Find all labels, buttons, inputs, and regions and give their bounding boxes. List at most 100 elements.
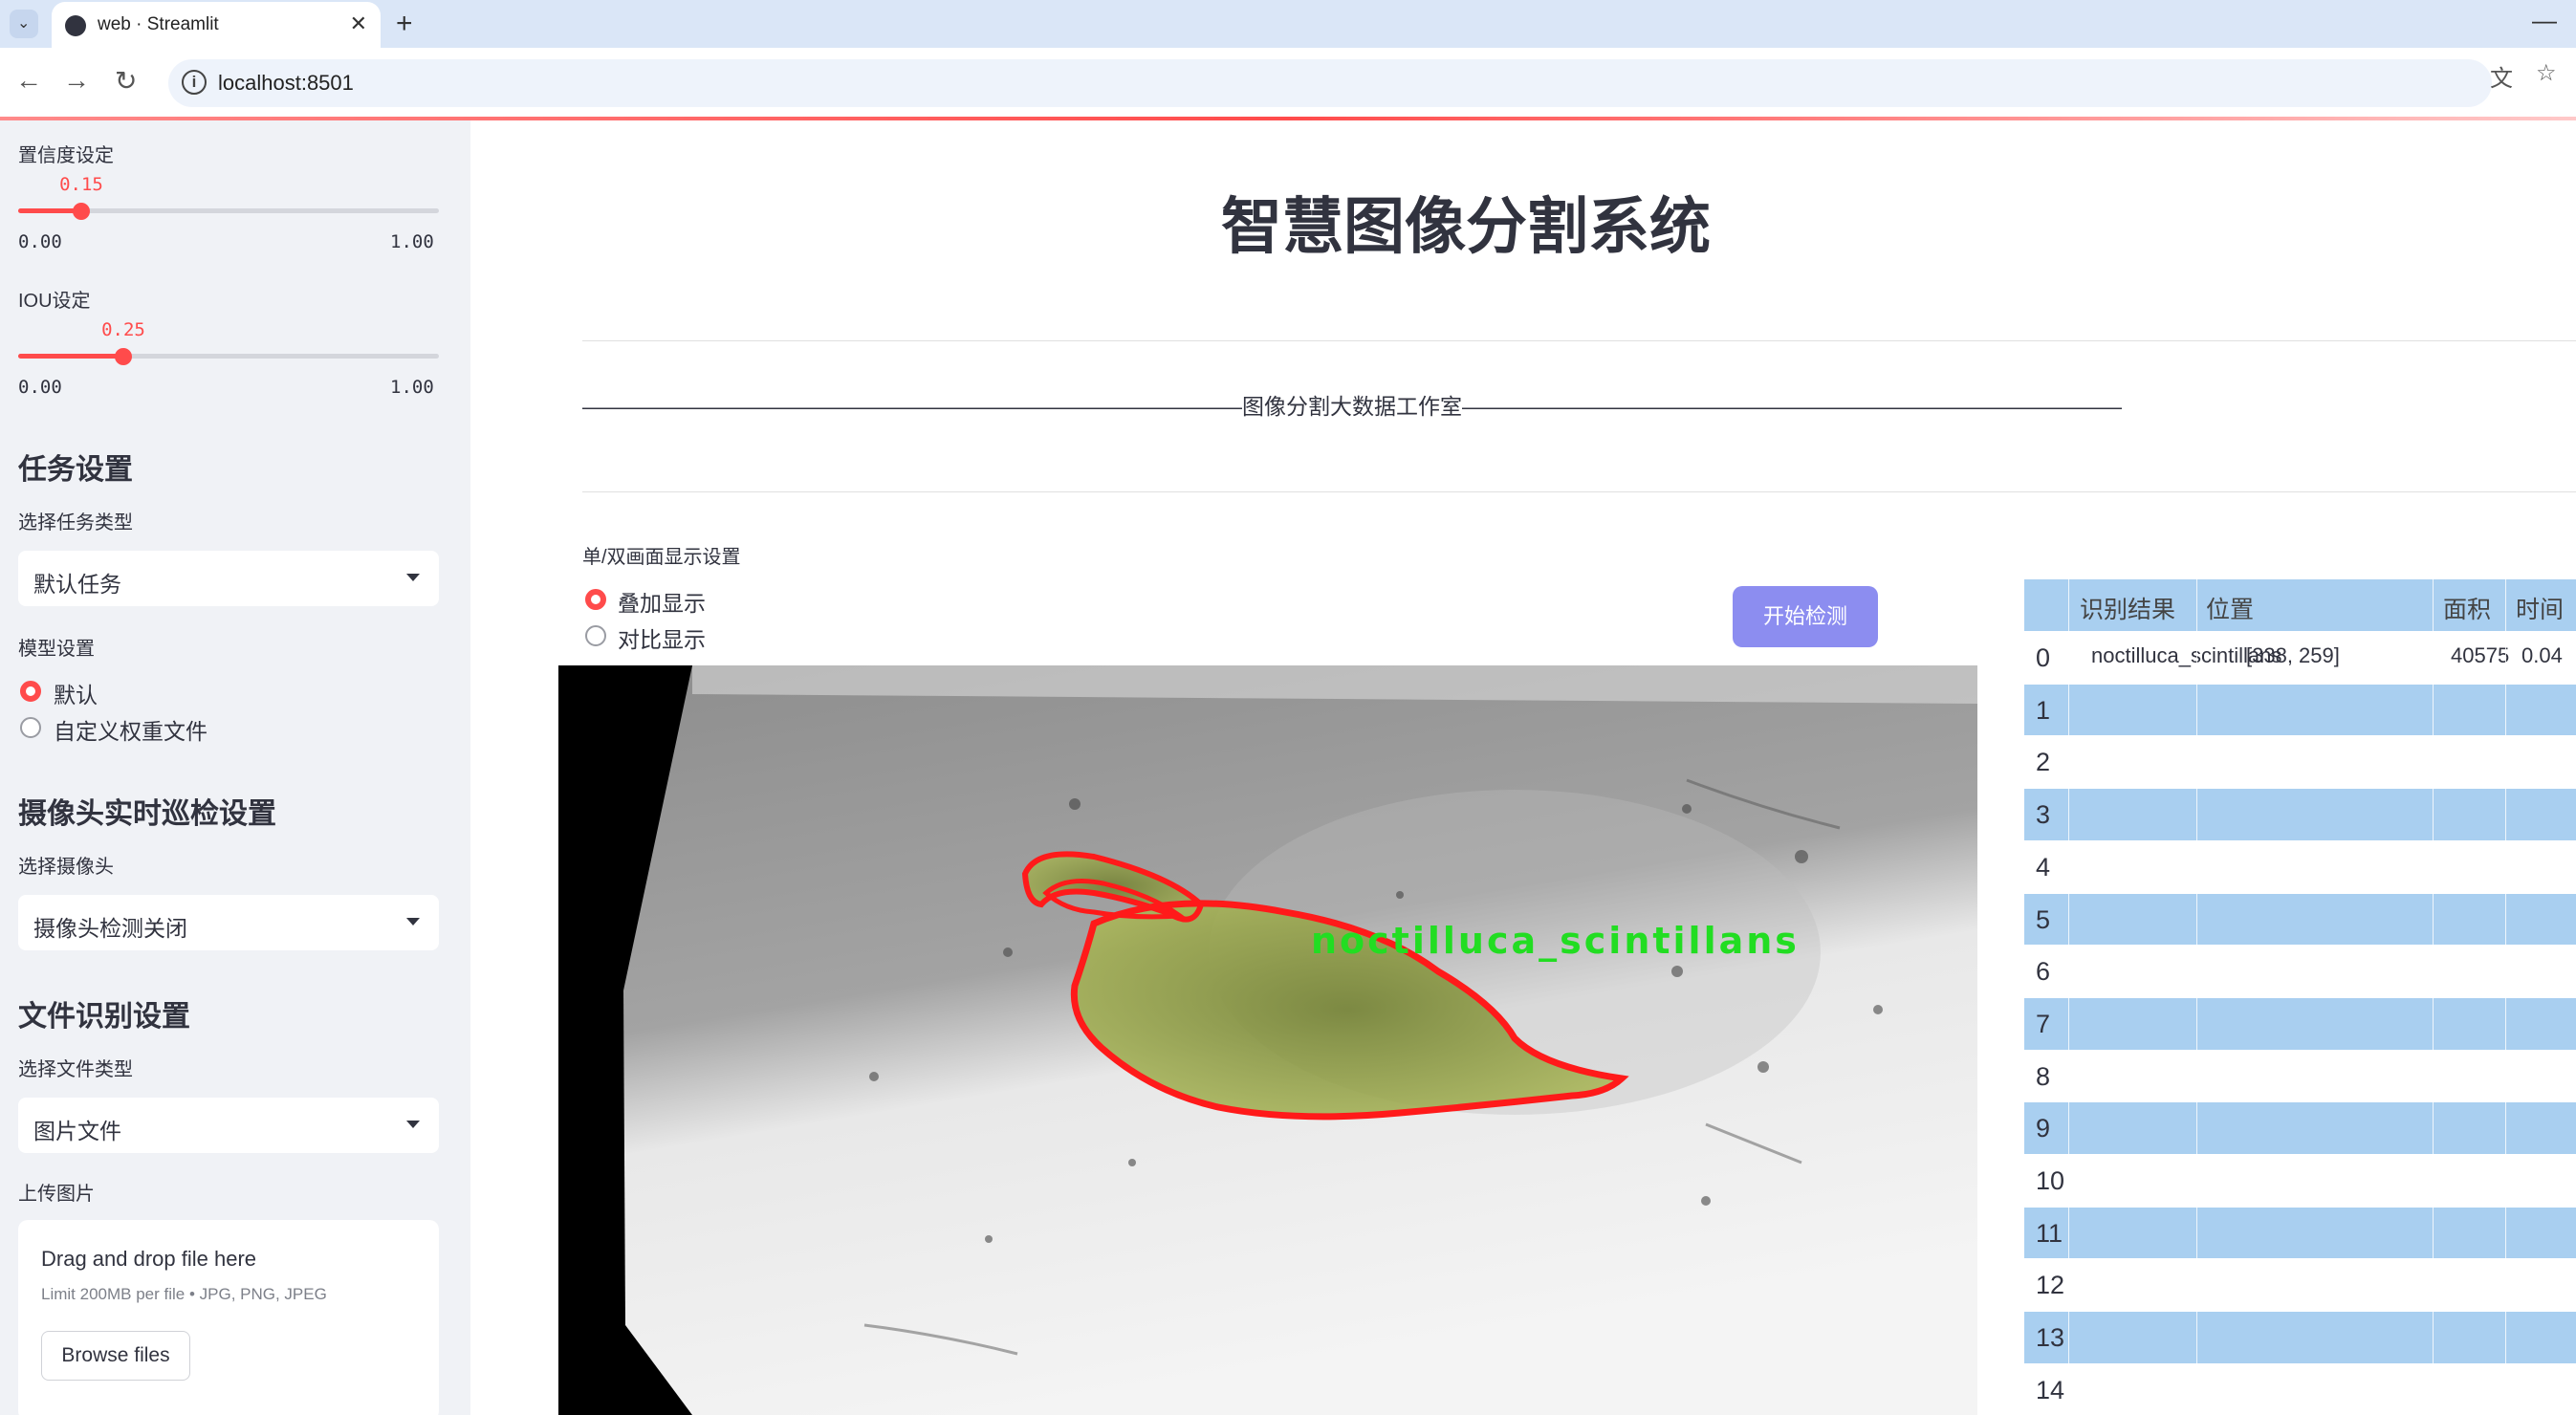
row-index: 1	[2036, 695, 2051, 725]
task-type-label: 选择任务类型	[18, 512, 133, 533]
table-row[interactable]: 9	[2024, 1101, 2576, 1155]
row-index: 7	[2036, 1009, 2051, 1038]
model-default-radio[interactable]	[20, 681, 41, 702]
table-row[interactable]: 13	[2024, 1311, 2576, 1364]
sidebar: 置信度设定 0.15 0.00 1.00 IOU设定 0.25 0.00 1.0…	[0, 120, 470, 1415]
iou-min: 0.00	[18, 377, 62, 398]
row-index: 14	[2036, 1375, 2065, 1404]
page-title: 智慧图像分割系统	[1221, 192, 1711, 261]
close-icon[interactable]: ✕	[350, 11, 367, 36]
row-index: 8	[2036, 1061, 2051, 1091]
table-row[interactable]: 14	[2024, 1362, 2576, 1415]
compare-display-radio[interactable]	[585, 625, 606, 646]
iou-label: IOU设定	[18, 291, 91, 312]
camera-label: 选择摄像头	[18, 857, 114, 878]
row-index: 13	[2036, 1323, 2065, 1353]
start-detection-button[interactable]: 开始检测	[1733, 586, 1878, 647]
result-image: noctilluca_scintillans	[558, 665, 1977, 1415]
row-index: 3	[2036, 800, 2051, 830]
model-label: 模型设置	[18, 639, 95, 660]
column-divider	[2196, 579, 2197, 1415]
row-index: 4	[2036, 852, 2051, 882]
new-tab-plus-icon[interactable]: +	[396, 8, 413, 40]
divider-top	[582, 340, 2576, 341]
url-text: localhost:8501	[218, 71, 354, 95]
table-row[interactable]: 11	[2024, 1206, 2576, 1259]
studio-subtitle: ——————————————————————————————图像分割大数据工作室…	[582, 394, 2122, 419]
task-heading: 任务设置	[18, 454, 133, 486]
forward-arrow-icon[interactable]: →	[63, 65, 90, 96]
table-row[interactable]: 3	[2024, 788, 2576, 841]
confidence-slider[interactable]	[18, 203, 439, 220]
iou-max: 1.00	[390, 377, 434, 398]
row-index: 9	[2036, 1114, 2051, 1143]
file-type-select[interactable]: 图片文件	[18, 1098, 439, 1153]
star-icon[interactable]: ☆	[2536, 59, 2557, 87]
overlay-display-label: 叠加显示	[618, 591, 706, 616]
task-type-select[interactable]: 默认任务	[18, 551, 439, 606]
row-index: 11	[2036, 1218, 2063, 1248]
header-position[interactable]: 位置	[2206, 591, 2254, 625]
info-icon[interactable]: i	[182, 70, 207, 95]
cell-time: 0.04	[2521, 643, 2563, 667]
iou-value: 0.25	[101, 319, 145, 340]
header-area[interactable]: 面积	[2443, 591, 2491, 625]
iou-slider[interactable]	[18, 348, 439, 365]
row-index: 2	[2036, 748, 2051, 777]
table-row[interactable]: 6	[2024, 945, 2576, 997]
table-row[interactable]: 2	[2024, 735, 2576, 788]
minimize-icon[interactable]: —	[2532, 6, 2557, 35]
row-index: 5	[2036, 904, 2051, 934]
confidence-label: 置信度设定	[18, 145, 114, 166]
model-custom-label: 自定义权重文件	[54, 719, 207, 744]
model-custom-radio[interactable]	[20, 717, 41, 738]
confidence-slider-thumb[interactable]	[73, 203, 90, 220]
column-divider	[2068, 579, 2069, 1415]
row-index: 12	[2036, 1271, 2065, 1300]
dropzone-limit: Limit 200MB per file • JPG, PNG, JPEG	[41, 1285, 327, 1303]
reload-icon[interactable]: ↻	[115, 65, 137, 97]
tab-title: web · Streamlit	[98, 14, 219, 34]
table-row[interactable]: 12	[2024, 1258, 2576, 1311]
url-field[interactable]: i localhost:8501	[168, 59, 2492, 107]
main-content: 智慧图像分割系统 ——————————————————————————————图…	[470, 120, 2576, 1415]
chevron-down-icon: ⌄	[17, 15, 31, 32]
caret-down-icon	[406, 574, 420, 581]
cell-area: 40575	[2451, 643, 2510, 667]
results-table: 识别结果 位置 面积 时间 0 noctilluca_scintillans [33…	[2024, 579, 2576, 1415]
table-row[interactable]: 10	[2024, 1154, 2576, 1207]
caret-down-icon	[406, 1121, 420, 1128]
file-type-value: 图片文件	[33, 1119, 121, 1143]
table-row[interactable]: 0 noctilluca_scintillans [338, 259] 40575 0.…	[2024, 631, 2576, 684]
address-bar: ← → ↻ i localhost:8501 文 ☆	[0, 48, 2576, 119]
tab-search-button[interactable]: ⌄	[10, 10, 38, 38]
file-type-label: 选择文件类型	[18, 1059, 133, 1080]
table-row[interactable]: 8	[2024, 1049, 2576, 1102]
camera-heading: 摄像头实时巡检设置	[18, 798, 276, 830]
browser-tab[interactable]: web · Streamlit ✕	[52, 2, 381, 48]
camera-select[interactable]: 摄像头检测关闭	[18, 895, 439, 950]
streamlit-favicon-icon	[65, 15, 86, 36]
confidence-min: 0.00	[18, 231, 62, 252]
column-divider	[2505, 579, 2506, 1415]
table-row[interactable]: 1	[2024, 683, 2576, 736]
browse-files-button[interactable]: Browse files	[41, 1331, 190, 1381]
translate-icon[interactable]: 文	[2490, 59, 2513, 93]
table-row[interactable]: 4	[2024, 839, 2576, 893]
display-mode-label: 单/双画面显示设置	[582, 547, 741, 568]
table-header: 识别结果 位置 面积 时间	[2024, 579, 2576, 631]
table-row[interactable]: 5	[2024, 892, 2576, 946]
iou-slider-thumb[interactable]	[115, 348, 132, 365]
row-index: 10	[2036, 1166, 2065, 1195]
column-divider	[2433, 579, 2434, 1415]
header-result[interactable]: 识别结果	[2080, 591, 2175, 625]
back-arrow-icon[interactable]: ←	[15, 65, 42, 96]
file-heading: 文件识别设置	[18, 1001, 190, 1033]
file-dropzone[interactable]: Drag and drop file here Limit 200MB per …	[18, 1220, 439, 1415]
caret-down-icon	[406, 918, 420, 925]
row-index: 6	[2036, 957, 2051, 987]
divider-bottom	[582, 491, 2576, 492]
header-time[interactable]: 时间	[2516, 591, 2564, 625]
overlay-display-radio[interactable]	[585, 589, 606, 610]
table-row[interactable]: 7	[2024, 996, 2576, 1050]
